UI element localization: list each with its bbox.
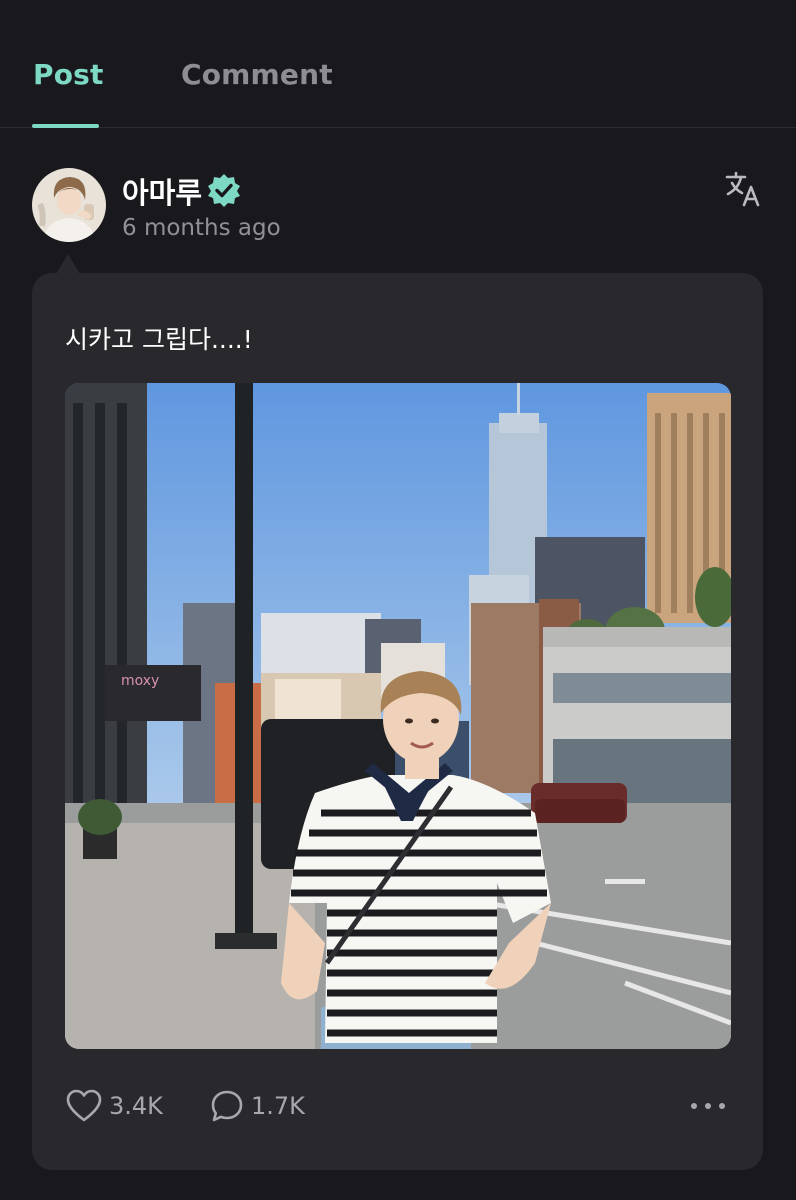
active-tab-indicator <box>32 124 99 128</box>
avatar[interactable] <box>32 168 106 242</box>
more-options-icon[interactable] <box>688 1091 728 1121</box>
post-text: 시카고 그립다....! <box>65 325 253 354</box>
comment-icon <box>211 1090 243 1122</box>
author-name[interactable]: 아마루 <box>122 170 202 212</box>
like-count: 3.4K <box>109 1092 163 1120</box>
post-timestamp: 6 months ago <box>122 215 281 241</box>
comment-button[interactable]: 1.7K <box>210 1089 305 1123</box>
like-button[interactable]: 3.4K <box>66 1089 163 1123</box>
tab-comment[interactable]: Comment <box>181 58 333 91</box>
card-pointer <box>56 254 80 274</box>
post-photo[interactable]: moxy <box>65 383 731 1049</box>
verified-badge-icon <box>208 174 240 207</box>
svg-text:moxy: moxy <box>121 673 159 689</box>
translate-icon[interactable] <box>724 170 762 208</box>
heart-icon <box>66 1089 102 1122</box>
tab-post[interactable]: Post <box>33 58 104 91</box>
comment-count: 1.7K <box>251 1092 305 1120</box>
tab-bar: Post Comment <box>0 0 796 128</box>
post-card: 시카고 그립다....! moxy 3.4K 1.7K <box>32 273 763 1170</box>
